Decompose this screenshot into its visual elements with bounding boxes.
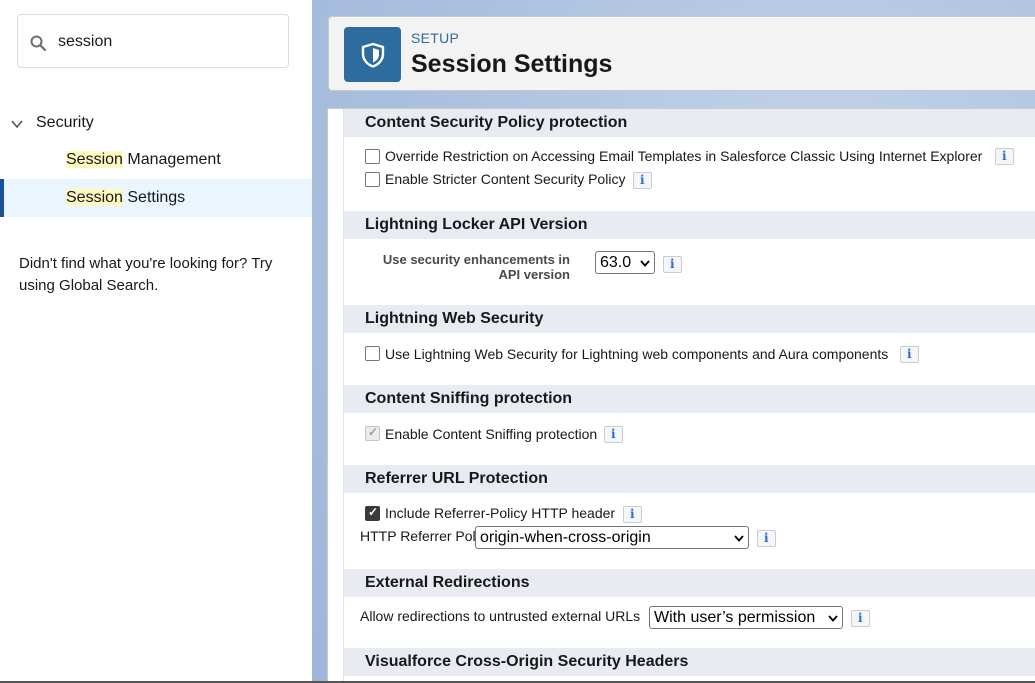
select-value: origin-when-cross-origin [480, 529, 651, 546]
checkbox-label: Enable Content Sniffing protection [385, 426, 598, 442]
chevron-down-icon [828, 615, 838, 622]
stricter-csp-checkbox[interactable] [365, 172, 380, 187]
not-found-message: Didn't find what you're looking for? Try… [19, 255, 273, 294]
section-title: Lightning Web Security [365, 310, 544, 327]
search-icon [30, 35, 46, 51]
api-version-field-label: Use security enhancements in API version [382, 252, 570, 282]
info-icon[interactable] [604, 426, 623, 443]
info-icon[interactable] [851, 610, 870, 627]
setup-breadcrumb[interactable]: SETUP [411, 30, 459, 46]
section-header-lws: Lightning Web Security [344, 305, 1035, 333]
info-icon[interactable] [633, 172, 652, 189]
page-title: Session Settings [411, 50, 613, 78]
referrer-policy-select[interactable]: origin-when-cross-origin [475, 526, 749, 549]
section-header-csp: Content Security Policy protection [344, 109, 1035, 137]
setup-sidebar: session Security Session Management Sess… [0, 0, 312, 683]
section-title: Content Sniffing protection [365, 390, 573, 407]
checkbox-label: Include Referrer-Policy HTTP header [385, 505, 616, 521]
api-version-select[interactable]: 63.0 [595, 251, 655, 274]
label-rest: Management [122, 151, 221, 168]
section-title: Referrer URL Protection [365, 470, 548, 487]
select-value: 63.0 [600, 254, 632, 271]
section-title: External Redirections [365, 574, 530, 591]
shield-icon [361, 42, 385, 68]
section-title: Lightning Locker API Version [365, 216, 588, 233]
override-email-template-restriction-checkbox[interactable] [365, 149, 380, 164]
tree-section-label: Security [36, 114, 94, 131]
checkbox-label: Override Restriction on Accessing Email … [385, 148, 983, 164]
content-sniffing-checkbox [365, 425, 380, 441]
section-header-locker: Lightning Locker API Version [344, 211, 1035, 239]
section-header-visualforce: Visualforce Cross-Origin Security Header… [344, 648, 1035, 676]
sidebar-item-session-management[interactable]: Session Management [0, 141, 312, 179]
page-header: SETUP Session Settings [328, 16, 1035, 91]
settings-content: Content Security Policy protection Overr… [327, 108, 1035, 683]
sidebar-item-label[interactable]: Session Settings [66, 189, 185, 207]
search-match-highlight: Session [66, 189, 123, 206]
info-icon[interactable] [757, 530, 776, 547]
referrer-policy-header-checkbox[interactable] [365, 505, 380, 521]
chevron-down-icon [734, 535, 744, 542]
header-icon-tile [344, 27, 401, 82]
sidebar-item-session-settings[interactable]: Session Settings [0, 179, 312, 217]
select-value: With user’s permission [654, 609, 816, 626]
section-title: Content Security Policy protection [365, 114, 628, 131]
lightning-web-security-checkbox[interactable] [365, 346, 380, 361]
section-title: Visualforce Cross-Origin Security Header… [365, 653, 689, 670]
settings-form: Content Security Policy protection Overr… [343, 109, 1035, 683]
section-header-redirect: External Redirections [344, 569, 1035, 597]
redirect-label: Allow redirections to untrusted external… [360, 608, 641, 624]
label-rest: Settings [122, 189, 186, 206]
info-icon[interactable] [900, 346, 919, 363]
chevron-down-icon [640, 260, 650, 267]
section-header-sniffing: Content Sniffing protection [344, 385, 1035, 413]
section-header-referrer: Referrer URL Protection [344, 465, 1035, 493]
tree-section-security[interactable]: Security [0, 107, 312, 139]
external-redirect-select[interactable]: With user’s permission [649, 606, 843, 629]
checkbox-label: Enable Stricter Content Security Policy [385, 171, 626, 187]
quick-find-search[interactable]: session [17, 14, 289, 68]
chevron-down-icon[interactable] [10, 117, 24, 131]
sidebar-item-label[interactable]: Session Management [66, 151, 221, 169]
info-icon[interactable] [623, 506, 642, 523]
checkbox-label: Use Lightning Web Security for Lightning… [385, 346, 889, 362]
search-input-value[interactable]: session [58, 33, 112, 51]
search-match-highlight: Session [66, 151, 123, 168]
info-icon[interactable] [995, 148, 1014, 165]
info-icon[interactable] [663, 256, 682, 273]
